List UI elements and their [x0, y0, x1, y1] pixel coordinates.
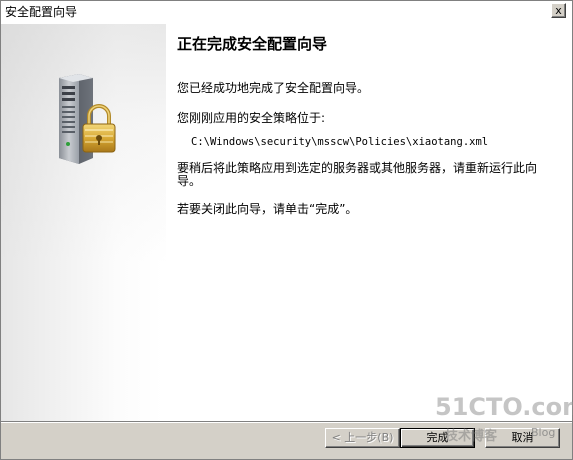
watermark-blog: Blog: [531, 426, 556, 439]
page-heading: 正在完成安全配置向导: [177, 35, 328, 53]
window-title: 安全配置向导: [5, 5, 78, 19]
security-configuration-wizard-window: 安全配置向导 x 正在完成安全配置向导 您已经成功地完成了安全配置向导。 您刚刚…: [0, 0, 573, 460]
wizard-content: 正在完成安全配置向导 您已经成功地完成了安全配置向导。 您刚刚应用的安全策略位于…: [166, 24, 572, 421]
close-button[interactable]: x: [551, 3, 566, 18]
server-lock-icon: [59, 74, 116, 164]
watermark-tagline: 技术博客: [445, 429, 498, 444]
button-separator: [1, 421, 572, 423]
watermark-site: 51CTO.com: [435, 393, 573, 421]
back-button[interactable]: < 上一步(B): [325, 428, 400, 448]
title-bar: 安全配置向导 x: [1, 1, 572, 25]
apply-later-message: 要稍后将此策略应用到选定的服务器或其他服务器，请重新运行此向导。: [177, 161, 538, 188]
close-icon: x: [555, 4, 562, 17]
policy-file-path: C:\Windows\security\msscw\Policies\xiaot…: [191, 136, 489, 148]
policy-location-label: 您刚刚应用的安全策略位于:: [177, 111, 326, 125]
wizard-side-panel: [1, 24, 166, 421]
completed-message: 您已经成功地完成了安全配置向导。: [177, 81, 370, 95]
close-instruction: 若要关闭此向导，请单击“完成”。: [177, 202, 358, 216]
